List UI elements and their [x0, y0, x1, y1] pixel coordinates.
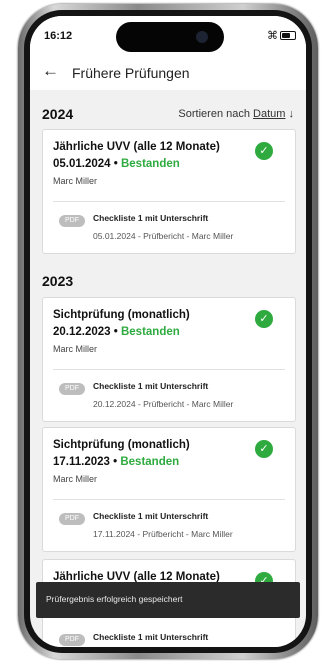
pdf-icon: PDF	[59, 215, 85, 227]
card-date: 05.01.2024	[53, 158, 111, 170]
dynamic-island	[116, 22, 224, 52]
document-link[interactable]: Checkliste 1 mit Unterschrift	[93, 381, 208, 391]
document-link[interactable]: Checkliste 1 mit Unterschrift	[93, 511, 208, 521]
card-separator: •	[110, 326, 121, 338]
card-inspector: Marc Miller	[53, 344, 97, 354]
divider	[53, 201, 285, 202]
year-label: 2023	[42, 273, 74, 289]
card-title: Jährliche UVV (alle 12 Monate)	[53, 141, 220, 153]
pdf-icon: PDF	[59, 383, 85, 395]
app-bar: ← Frühere Prüfungen	[30, 56, 306, 90]
document-subtitle: 20.12.2024 - Prüfbericht - Marc Miller	[93, 399, 234, 409]
inspection-card[interactable]: Jährliche UVV (alle 12 Monate) 05.01.202…	[42, 129, 296, 254]
snackbar: Prüfergebnis erfolgreich gespeichert	[36, 582, 300, 618]
sort-label: Sortieren nach	[178, 108, 250, 120]
sort-arrow-icon: ↓	[288, 108, 295, 120]
inspection-card[interactable]: Sichtprüfung (monatlich) 17.11.2023 • Be…	[42, 427, 296, 552]
divider	[53, 369, 285, 370]
card-title: Sichtprüfung (monatlich)	[53, 439, 190, 451]
arrow-left-icon[interactable]: ←	[42, 61, 59, 81]
card-separator: •	[110, 158, 121, 170]
year-label: 2024	[42, 106, 74, 122]
card-separator: •	[109, 456, 121, 468]
status-time: 16:12	[44, 30, 73, 42]
status-badge: Bestanden	[120, 326, 180, 338]
page-title: Frühere Prüfungen	[72, 65, 190, 81]
check-icon: ✓	[255, 310, 273, 328]
document-link[interactable]: Checkliste 1 mit Unterschrift	[93, 213, 208, 223]
document-subtitle: 17.11.2024 - Prüfbericht - Marc Miller	[93, 529, 233, 539]
battery-icon	[280, 31, 296, 40]
document-link[interactable]: Checkliste 1 mit Unterschrift	[93, 632, 208, 642]
card-title: Sichtprüfung (monatlich)	[53, 309, 190, 321]
card-date: 20.12.2023	[53, 326, 111, 338]
pdf-icon: PDF	[59, 634, 85, 646]
document-subtitle: 05.01.2024 - Prüfbericht - Marc Miller	[93, 231, 234, 241]
card-inspector: Marc Miller	[53, 474, 97, 484]
snackbar-message: Prüfergebnis erfolgreich gespeichert	[46, 594, 183, 604]
pdf-icon: PDF	[59, 513, 85, 525]
status-badge: Bestanden	[120, 456, 180, 468]
camera-icon	[196, 31, 208, 43]
divider	[53, 499, 285, 500]
wifi-icon: ⌘	[267, 30, 278, 42]
card-date: 17.11.2023	[53, 456, 110, 468]
check-icon: ✓	[255, 142, 273, 160]
year-header-2023: 2023	[30, 271, 306, 293]
card-date-line: 05.01.2024 • Bestanden	[53, 158, 180, 170]
card-date-line: 17.11.2023 • Bestanden	[53, 456, 179, 468]
sort-field: Datum	[253, 108, 286, 120]
check-icon: ✓	[255, 440, 273, 458]
card-date-line: 20.12.2023 • Bestanden	[53, 326, 180, 338]
status-badge: Bestanden	[120, 158, 180, 170]
sort-button[interactable]: Sortieren nach Datum ↓	[178, 108, 294, 120]
year-header-2024: 2024 Sortieren nach Datum ↓	[30, 104, 306, 126]
card-inspector: Marc Miller	[53, 176, 97, 186]
inspection-card[interactable]: Sichtprüfung (monatlich) 20.12.2023 • Be…	[42, 297, 296, 422]
screen: 16:12 ⌘ ← Frühere Prüfungen 2024 Sortier…	[30, 16, 306, 647]
